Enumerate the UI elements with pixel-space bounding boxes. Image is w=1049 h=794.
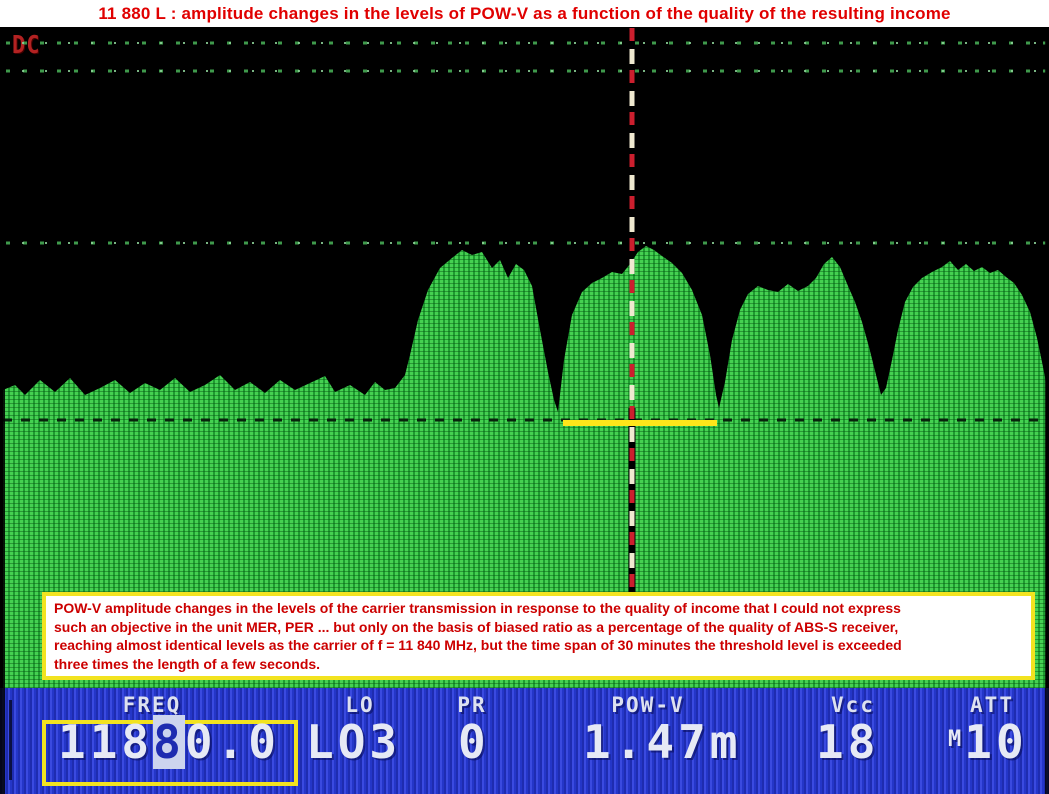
bar-left-tick bbox=[9, 700, 12, 780]
annotation-box: POW-V amplitude changes in the levels of… bbox=[42, 592, 1035, 680]
field-value-pow-v: 1.47m bbox=[583, 715, 741, 769]
annotation-line: three times the length of a few seconds. bbox=[54, 655, 1023, 674]
annotation-line: reaching almost identical levels as the … bbox=[54, 636, 1023, 655]
field-label-pr: PR bbox=[457, 693, 486, 717]
field-label-att: ATT bbox=[970, 693, 1014, 717]
annotation-line: POW-V amplitude changes in the levels of… bbox=[54, 599, 1023, 618]
digit-cursor: 8 bbox=[153, 715, 185, 769]
field-label-pow-v: POW-V bbox=[611, 693, 684, 717]
att-mode-prefix: M bbox=[948, 727, 961, 752]
field-label-vcc: Vcc bbox=[831, 693, 875, 717]
annotation-line: such an objective in the unit MER, PER .… bbox=[54, 618, 1023, 637]
field-value-lo: LO3 bbox=[306, 715, 401, 769]
status-bar: FREQ11880.0 LOLO3 PR0 POW-V1.47m Vcc18 ATTM10 bbox=[0, 688, 1049, 794]
field-value-vcc: 18 bbox=[816, 715, 879, 769]
field-value-att: M10 bbox=[948, 715, 1028, 769]
field-value-freq: 11880.0 bbox=[58, 715, 280, 769]
grid-dot-rows bbox=[6, 43, 1046, 243]
field-label-lo: LO bbox=[345, 693, 374, 717]
field-label-freq: FREQ bbox=[123, 693, 182, 717]
meter-screen: 11 880 L : amplitude changes in the leve… bbox=[0, 0, 1049, 794]
screen-left-edge bbox=[0, 27, 5, 794]
screen-right-edge bbox=[1045, 27, 1049, 794]
field-value-pr: 0 bbox=[458, 715, 490, 769]
